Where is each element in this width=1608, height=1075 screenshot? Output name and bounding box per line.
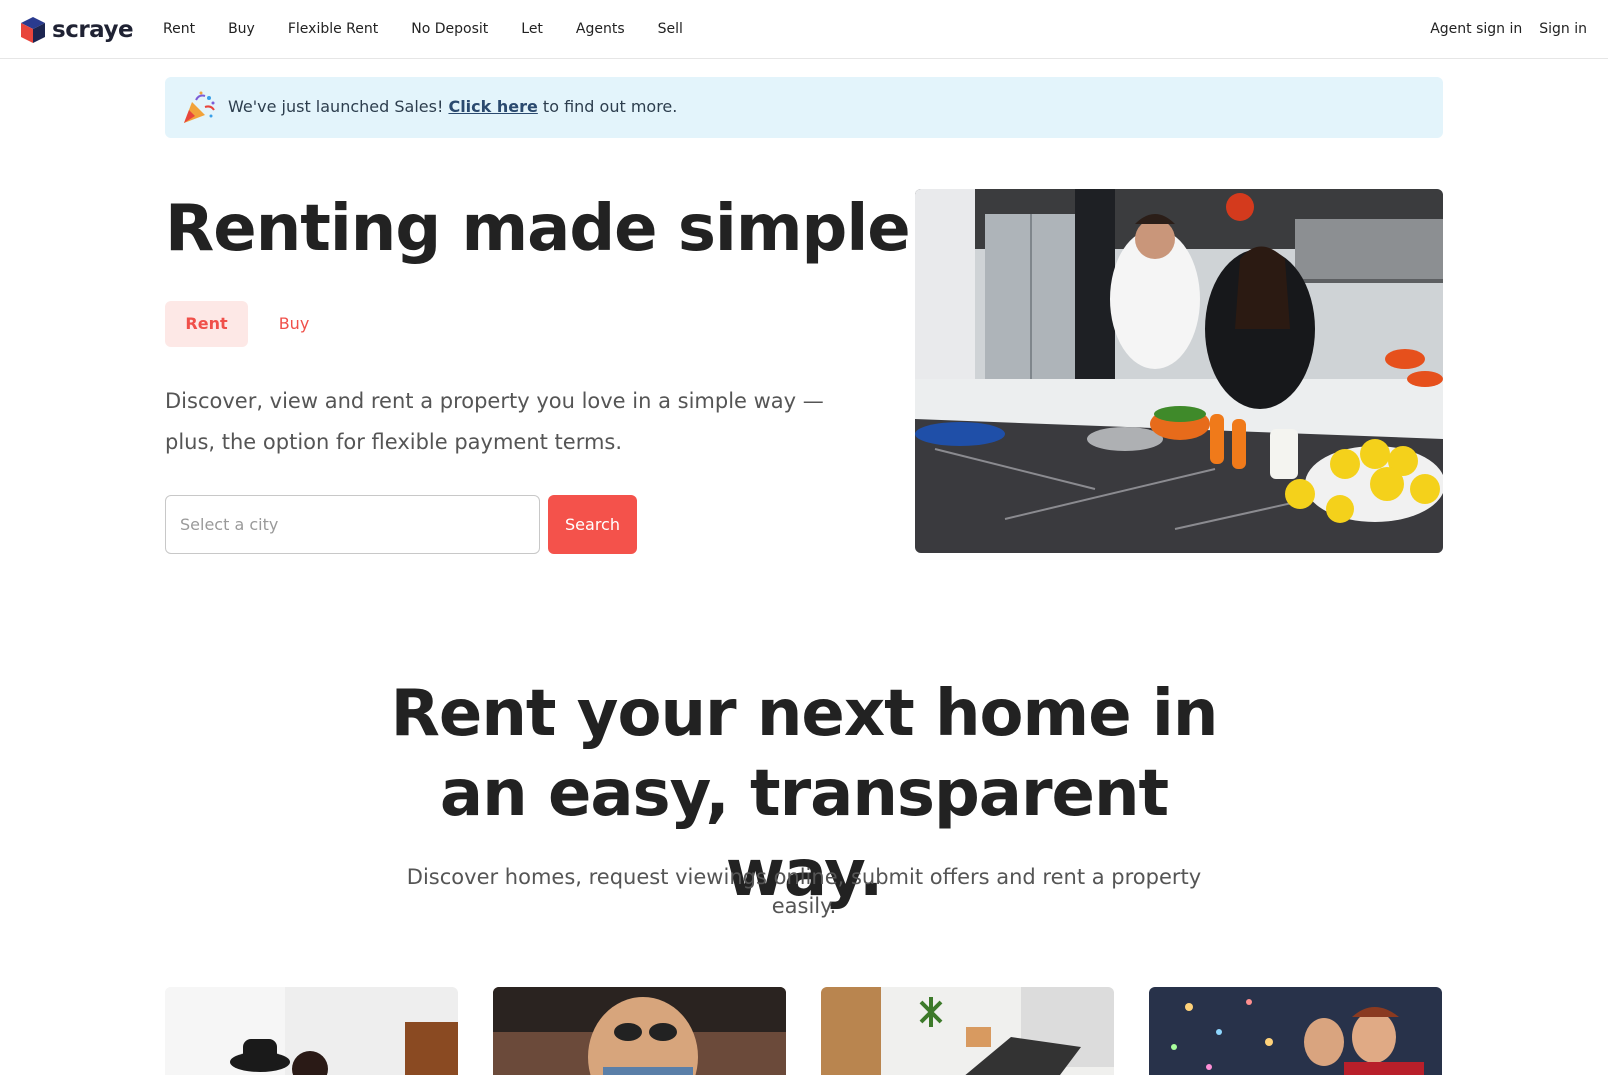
nav-sell[interactable]: Sell bbox=[658, 21, 683, 37]
tab-rent[interactable]: Rent bbox=[165, 301, 248, 347]
nav-no-deposit[interactable]: No Deposit bbox=[411, 21, 488, 37]
nav-buy[interactable]: Buy bbox=[228, 21, 255, 37]
party-popper-icon bbox=[184, 91, 215, 123]
hero-description: Discover, view and rent a property you l… bbox=[165, 389, 824, 454]
hero-kitchen-photo bbox=[915, 189, 1443, 553]
agent-sign-in-link[interactable]: Agent sign in bbox=[1430, 21, 1522, 37]
feature-card-image-1 bbox=[165, 987, 458, 1075]
hero-title: Renting made simple. bbox=[165, 192, 934, 266]
city-search-input[interactable] bbox=[165, 495, 540, 554]
banner-text-after: to find out more. bbox=[537, 97, 678, 116]
feature-card-image-2 bbox=[493, 987, 786, 1075]
feature-card-image-3 bbox=[821, 987, 1114, 1075]
tab-buy[interactable]: Buy bbox=[262, 301, 326, 347]
announcement-banner: We've just launched Sales! Click here to… bbox=[165, 77, 1443, 138]
nav-agents[interactable]: Agents bbox=[576, 21, 625, 37]
main-nav: Rent Buy Flexible Rent No Deposit Let Ag… bbox=[163, 21, 716, 37]
account-nav: Agent sign in Sign in bbox=[1413, 21, 1587, 37]
banner-text-before: We've just launched Sales! bbox=[228, 97, 449, 116]
top-navbar: scraye Rent Buy Flexible Rent No Deposit… bbox=[0, 0, 1608, 59]
banner-click-here-link[interactable]: Click here bbox=[448, 97, 537, 116]
search-button[interactable]: Search bbox=[548, 495, 637, 554]
sign-in-link[interactable]: Sign in bbox=[1539, 21, 1587, 37]
nav-let[interactable]: Let bbox=[521, 21, 543, 37]
brand-name: scraye bbox=[52, 17, 134, 43]
brand-logo[interactable]: scraye bbox=[19, 16, 134, 44]
banner-message: We've just launched Sales! Click here to… bbox=[228, 97, 677, 116]
nav-flexible-rent[interactable]: Flexible Rent bbox=[288, 21, 378, 37]
section-description: Discover homes, request viewings online,… bbox=[406, 865, 1202, 918]
cube-logo-icon bbox=[21, 17, 45, 43]
nav-rent[interactable]: Rent bbox=[163, 21, 195, 37]
feature-card-image-4 bbox=[1149, 987, 1442, 1075]
